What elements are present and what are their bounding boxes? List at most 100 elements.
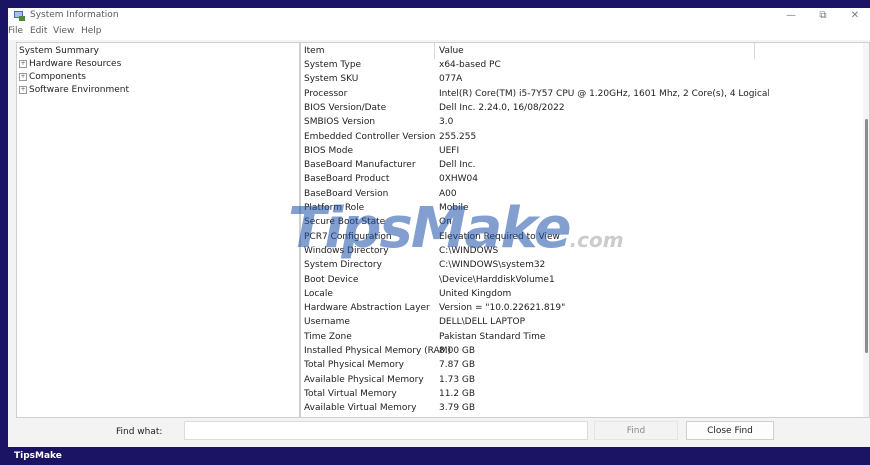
table-row[interactable]: BaseBoard Manufacturer Dell Inc. [301,159,861,173]
row-item: Hardware Abstraction Layer [304,303,430,314]
row-value: United Kingdom [439,288,512,299]
table-row[interactable]: Secure Boot State On [301,216,861,230]
row-value: 0XHW04 [439,174,479,185]
close-find-button[interactable]: Close Find [686,421,774,440]
row-value: Pakistan Standard Time [439,331,546,342]
system-information-window: System Information — ⧉ ✕ File Edit View … [8,8,870,447]
row-item: System Directory [304,260,382,271]
column-separator[interactable] [434,43,435,59]
table-row[interactable]: Platform Role Mobile [301,202,861,216]
expand-icon[interactable]: + [19,73,27,81]
tree-item-label: Hardware Resources [29,59,122,69]
tree-item-hardware-resources[interactable]: + Hardware Resources [19,59,121,69]
table-row[interactable]: BIOS Mode UEFI [301,145,861,159]
row-item: Locale [304,288,333,299]
tree-item-software-environment[interactable]: + Software Environment [19,85,129,95]
row-item: Boot Device [304,274,359,285]
tree-item-label: System Summary [19,46,99,56]
column-header-item[interactable]: Item [304,46,325,56]
tree-item-label: Software Environment [29,85,130,95]
row-value: Dell Inc. [439,160,476,171]
tree-item-components[interactable]: + Components [19,72,86,82]
row-item: PCR7 Configuration [304,231,392,242]
window-title: System Information [30,10,119,20]
row-item: Available Virtual Memory [304,403,417,414]
row-item: BIOS Mode [304,145,354,156]
details-table: Item Value System Type x64-based PC System… [300,42,870,418]
row-value: C:\WINDOWS\system32 [439,260,546,271]
table-row[interactable]: SMBIOS Version 3.0 [301,116,861,130]
row-item: BIOS Version/Date [304,102,387,113]
row-value: C:\WINDOWS [439,245,499,256]
table-row[interactable]: Total Virtual Memory 11.2 GB [301,388,861,402]
table-row[interactable]: BaseBoard Version A00 [301,188,861,202]
row-value: Intel(R) Core(TM) i5-7Y57 CPU @ 1.20GHz,… [439,88,769,99]
row-value: DELL\DELL LAPTOP [439,317,525,328]
tree-item-label: Components [29,72,86,82]
row-item: Available Physical Memory [304,374,424,385]
row-value: 3.79 GB [439,403,476,414]
row-item: Time Zone [304,331,352,342]
menu-bar: File Edit View Help [8,24,870,40]
table-row[interactable]: Boot Device \Device\HarddiskVolume1 [301,274,861,288]
table-row[interactable]: System Directory C:\WINDOWS\system32 [301,259,861,273]
footer-bar: TipsMake [0,447,870,465]
table-row[interactable]: PCR7 Configuration Elevation Required to … [301,231,861,245]
find-bar: Find what: Find Close Find [8,418,870,447]
row-value: Version = "10.0.22621.819" [439,303,566,314]
row-value: 255.255 [439,131,477,142]
row-value: Mobile [439,203,469,213]
table-row[interactable]: Available Virtual Memory 3.79 GB [301,402,861,416]
row-value: UEFI [439,145,460,156]
table-row[interactable]: Available Physical Memory 1.73 GB [301,374,861,388]
maximize-button[interactable]: ⧉ [808,8,838,24]
table-row[interactable]: Hardware Abstraction Layer Version = "10.… [301,302,861,316]
find-button[interactable]: Find [594,421,678,440]
menu-view[interactable]: View [53,26,74,36]
row-value: On [439,217,452,228]
menu-edit[interactable]: Edit [30,26,47,36]
row-item: Total Physical Memory [304,360,404,371]
row-value: x64-based PC [439,60,501,70]
scrollbar-thumb[interactable] [865,119,868,353]
menu-file[interactable]: File [8,26,23,36]
row-item: Platform Role [304,203,365,213]
close-window-button[interactable]: ✕ [840,8,870,24]
row-item: Total Virtual Memory [304,388,397,399]
table-row[interactable]: Embedded Controller Version 255.255 [301,131,861,145]
system-information-app-icon [14,11,25,21]
find-what-input[interactable] [184,421,588,440]
expand-icon[interactable]: + [19,86,27,94]
table-row[interactable]: BIOS Version/Date Dell Inc. 2.24.0, 16/08… [301,102,861,116]
category-tree: System Summary + Hardware Resources + Comp… [16,42,300,418]
row-value: 077A [439,74,463,85]
row-value: \Device\HarddiskVolume1 [439,274,555,285]
table-row[interactable]: Installed Physical Memory (RAM) 8.00 GB [301,345,861,359]
table-row[interactable]: BaseBoard Product 0XHW04 [301,173,861,187]
table-row[interactable]: Windows Directory C:\WINDOWS [301,245,861,259]
row-item: Windows Directory [304,245,389,256]
footer-brand: TipsMake [14,451,62,461]
expand-icon[interactable]: + [19,60,27,68]
tree-item-system-summary[interactable]: System Summary [19,46,99,56]
row-value: Dell Inc. 2.24.0, 16/08/2022 [439,102,565,113]
title-bar: System Information — ⧉ ✕ [8,8,870,24]
minimize-button[interactable]: — [776,8,806,24]
table-row[interactable]: Username DELL\DELL LAPTOP [301,316,861,330]
table-row[interactable]: Processor Intel(R) Core(TM) i5-7Y57 CPU @… [301,88,861,102]
table-header-row: Item Value [301,45,861,59]
row-item: System SKU [304,74,359,85]
table-row[interactable]: Total Physical Memory 7.87 GB [301,359,861,373]
menu-help[interactable]: Help [81,26,102,36]
row-value: 3.0 [439,117,454,128]
row-item: Embedded Controller Version [304,131,436,142]
row-value: Elevation Required to View [439,231,560,242]
table-row[interactable]: Time Zone Pakistan Standard Time [301,331,861,345]
table-row[interactable]: System Type x64-based PC [301,59,861,73]
column-separator[interactable] [754,43,755,59]
row-item: Secure Boot State [304,217,386,228]
row-item: Processor [304,88,348,99]
table-row[interactable]: Locale United Kingdom [301,288,861,302]
table-row[interactable]: System SKU 077A [301,73,861,87]
column-header-value[interactable]: Value [439,46,769,56]
